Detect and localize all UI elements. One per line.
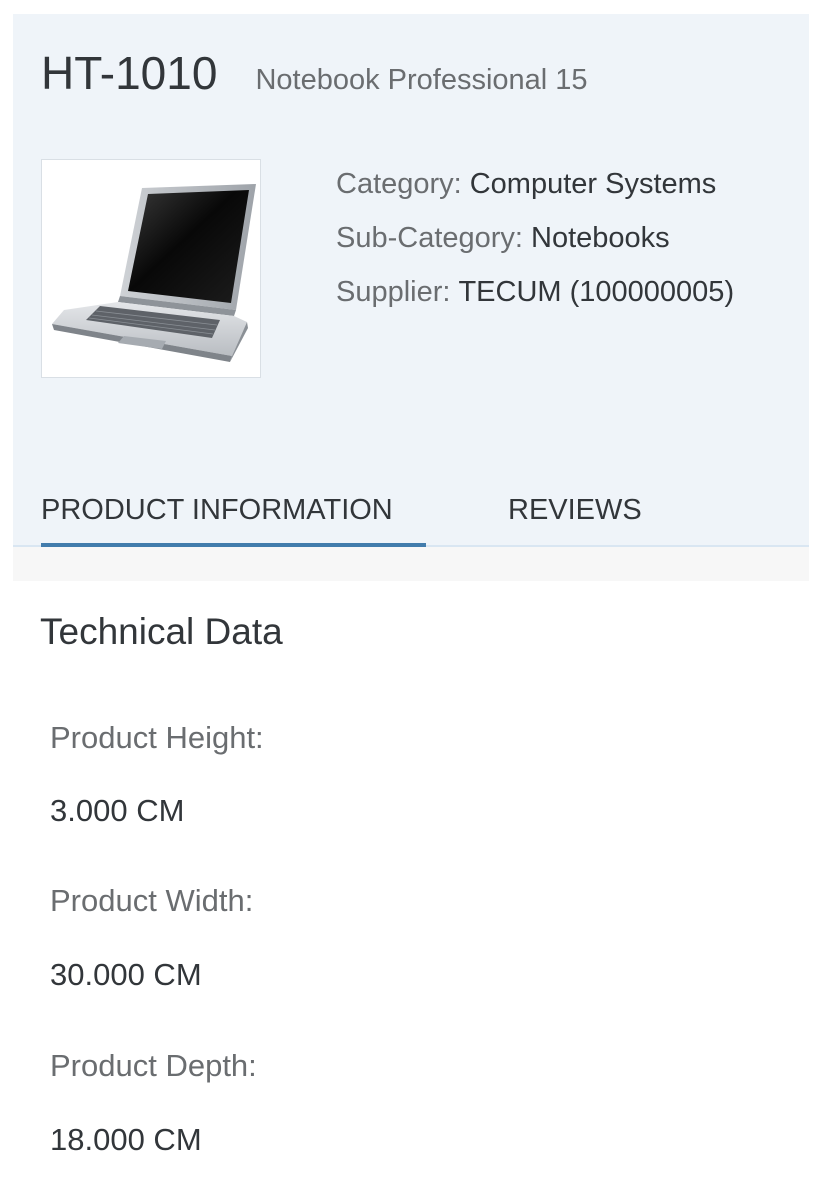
section-title: Technical Data: [40, 611, 283, 652]
tab-label: REVIEWS: [508, 494, 642, 526]
field-label-depth: Product Depth:: [50, 1048, 257, 1083]
object-subtitle: Notebook Professional 15: [255, 64, 588, 96]
title-row: HT-1010 Notebook Professional 15: [41, 50, 588, 96]
field-label-width: Product Width:: [50, 883, 254, 918]
field-label-height: Product Height:: [50, 720, 264, 755]
attribute-sub-category: Sub-Category: Notebooks: [336, 218, 734, 272]
field-value-height: 3.000 CM: [50, 793, 185, 828]
attribute-value: Computer Systems: [469, 168, 717, 200]
attribute-label: Supplier:: [336, 276, 451, 308]
laptop-icon: [52, 184, 256, 362]
attribute-label: Sub-Category:: [336, 222, 523, 254]
object-page-header: HT-1010 Notebook Professional 15 Categor…: [13, 14, 809, 547]
attribute-supplier: Supplier: TECUM (100000005): [336, 272, 734, 326]
field-value-width: 30.000 CM: [50, 957, 202, 992]
attribute-label: Category:: [336, 168, 462, 200]
content-top-strip: [13, 547, 809, 581]
attribute-value: Notebooks: [531, 222, 670, 254]
tab-bar: PRODUCT INFORMATION REVIEWS: [13, 486, 809, 547]
attribute-category: Category: Computer Systems: [336, 164, 734, 218]
product-image: [41, 159, 261, 378]
field-value-depth: 18.000 CM: [50, 1122, 202, 1157]
tab-label: PRODUCT INFORMATION: [41, 494, 393, 526]
tab-product-information[interactable]: PRODUCT INFORMATION: [41, 486, 426, 547]
tab-reviews[interactable]: REVIEWS: [508, 486, 642, 547]
header-attributes: Category: Computer Systems Sub-Category: N…: [336, 164, 734, 326]
attribute-value: TECUM (100000005): [458, 276, 735, 308]
object-title: HT-1010: [41, 47, 218, 99]
